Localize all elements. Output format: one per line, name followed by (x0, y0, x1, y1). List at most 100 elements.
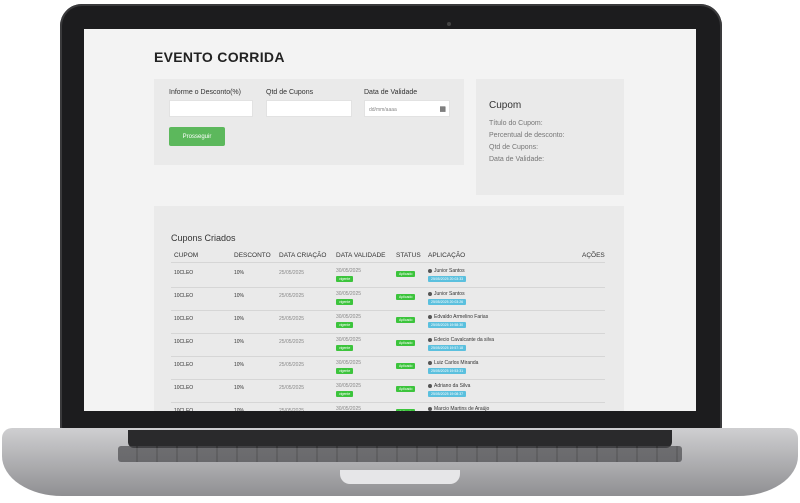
cell-criacao: 25/05/2025 (279, 385, 305, 391)
date-placeholder: dd/mm/aaaa (369, 107, 397, 113)
status-badge: Aplicado (396, 386, 416, 392)
cupom-title-field: Título do Cupom: (489, 120, 543, 127)
cell-user: Adriano da Silva (428, 383, 470, 389)
coupon-form: Informe o Desconto(%) Qtd de Cupons Data… (154, 79, 464, 165)
cell-desconto: 10% (234, 339, 245, 345)
cell-user: Marcio Martins de Araújo (428, 406, 489, 411)
user-icon (428, 268, 432, 273)
cell-cupom: 10CLEO (174, 362, 194, 368)
cupom-preview-title: Cupom (489, 100, 522, 111)
cell-criacao: 25/05/2025 (279, 293, 305, 299)
user-icon (428, 360, 432, 365)
header-validade: DATA VALIDADE (336, 252, 386, 259)
coupons-table: Cupons Criados CUPOM DESCONTO DATA CRIAÇ… (154, 206, 624, 411)
laptop-notch (340, 470, 460, 484)
calendar-icon[interactable]: ▦ (439, 105, 446, 113)
status-badge: Aplicado (396, 340, 416, 346)
cell-cupom: 10CLEO (174, 270, 194, 276)
cell-criacao: 25/05/2025 (279, 316, 305, 322)
cell-cupom: 10CLEO (174, 316, 194, 322)
status-badge: Aplicado (396, 317, 416, 323)
cell-user: Junior Santos (428, 268, 465, 274)
vigente-badge: vigente (336, 368, 354, 374)
date-input[interactable]: dd/mm/aaaa ▦ (364, 100, 450, 117)
submit-button[interactable]: Prosseguir (169, 127, 225, 146)
cupom-percent-field: Percentual de desconto: (489, 132, 565, 139)
user-name: Junior Santos (434, 268, 465, 274)
row-divider (171, 310, 605, 311)
discount-label: Informe o Desconto(%) (169, 89, 241, 96)
date-label: Data de Validade (364, 89, 418, 96)
cell-validade: 30/05/2025 (336, 268, 362, 274)
applied-at-badge: 25/05/2025 19:08:37 (428, 391, 467, 397)
user-name: Adriano da Silva (434, 383, 471, 389)
cell-cupom: 10CLEO (174, 293, 194, 299)
user-name: Junior Santos (434, 291, 465, 297)
row-divider (171, 356, 605, 357)
table-title: Cupons Criados (171, 233, 236, 243)
row-divider (171, 402, 605, 403)
cupom-date-field: Data de Validade: (489, 156, 545, 163)
qty-input[interactable] (266, 100, 352, 117)
vigente-badge: vigente (336, 345, 354, 351)
qty-label: Qtd de Cupons (266, 89, 314, 96)
cell-validade: 30/05/2025 (336, 291, 362, 297)
header-desconto: DESCONTO (234, 252, 271, 259)
vigente-badge: vigente (336, 322, 354, 328)
vigente-badge: vigente (336, 299, 354, 305)
cell-criacao: 25/05/2025 (279, 408, 305, 411)
header-divider (171, 262, 605, 263)
cell-desconto: 10% (234, 408, 245, 411)
applied-at-badge: 25/05/2025 19:58:30 (428, 322, 467, 328)
cell-validade: 30/05/2025 (336, 314, 362, 320)
header-aplicacao: APLICAÇÃO (428, 252, 466, 259)
cell-cupom: 10CLEO (174, 385, 194, 391)
applied-at-badge: 25/05/2025 19:57:18 (428, 345, 467, 351)
header-status: STATUS (396, 252, 421, 259)
cell-user: Edecio Cavalcante da silva (428, 337, 494, 343)
user-icon (428, 314, 432, 319)
row-divider (171, 333, 605, 334)
cell-validade: 30/05/2025 (336, 383, 362, 389)
user-icon (428, 337, 432, 342)
screen: EVENTO CORRIDA Informe o Desconto(%) Qtd… (84, 29, 696, 411)
cupom-preview: Cupom Título do Cupom: Percentual de des… (476, 79, 624, 195)
cell-user: Luiz Carlos Miranda (428, 360, 478, 366)
user-name: Marcio Martins de Araújo (434, 406, 490, 411)
status-badge: Aplicado (396, 409, 416, 411)
user-icon (428, 383, 432, 388)
camera-icon (447, 22, 451, 26)
cell-desconto: 10% (234, 385, 245, 391)
user-icon (428, 291, 432, 296)
header-acoes: AÇÕES (582, 252, 605, 259)
status-badge: Aplicado (396, 363, 416, 369)
cell-user: Edvaldo Armelino Farias (428, 314, 488, 320)
cell-cupom: 10CLEO (174, 339, 194, 345)
cell-desconto: 10% (234, 362, 245, 368)
cell-validade: 30/05/2025 (336, 360, 362, 366)
vigente-badge: vigente (336, 391, 354, 397)
row-divider (171, 379, 605, 380)
cell-criacao: 25/05/2025 (279, 362, 305, 368)
cell-desconto: 10% (234, 316, 245, 322)
user-name: Edecio Cavalcante da silva (434, 337, 495, 343)
cell-criacao: 25/05/2025 (279, 270, 305, 276)
user-name: Luiz Carlos Miranda (434, 360, 479, 366)
keyboard (118, 446, 682, 462)
applied-at-badge: 25/05/2025 20:03:33 (428, 276, 467, 282)
page-title: EVENTO CORRIDA (154, 49, 285, 65)
cell-user: Junior Santos (428, 291, 465, 297)
cupom-qty-field: Qtd de Cupons: (489, 144, 539, 151)
discount-input[interactable] (169, 100, 253, 117)
vigente-badge: vigente (336, 276, 354, 282)
cell-validade: 30/05/2025 (336, 406, 362, 411)
user-name: Edvaldo Armelino Farias (434, 314, 489, 320)
applied-at-badge: 25/05/2025 20:03:26 (428, 299, 467, 305)
status-badge: Aplicado (396, 271, 416, 277)
user-icon (428, 406, 432, 411)
header-cupom: CUPOM (174, 252, 199, 259)
applied-at-badge: 25/05/2025 19:53:31 (428, 368, 467, 374)
status-badge: Aplicado (396, 294, 416, 300)
cell-desconto: 10% (234, 293, 245, 299)
row-divider (171, 287, 605, 288)
